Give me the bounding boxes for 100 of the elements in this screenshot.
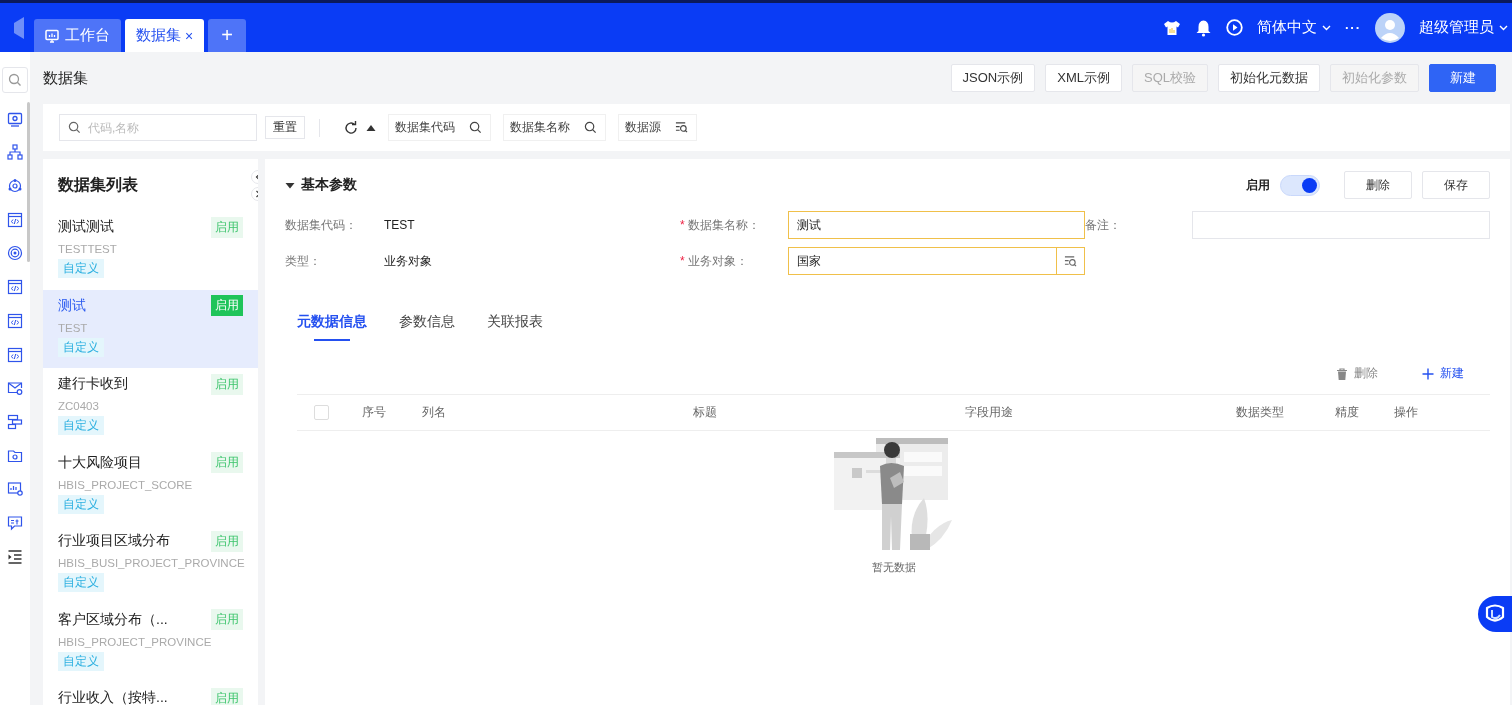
input-field[interactable]: 国家 xyxy=(788,247,1057,275)
dataset-name: 行业项目区域分布 xyxy=(58,532,170,550)
hierarchy-icon[interactable] xyxy=(7,144,23,161)
language-dropdown[interactable]: 简体中文 xyxy=(1257,18,1331,37)
input-field[interactable] xyxy=(1192,211,1490,239)
column-header: 序号 xyxy=(362,404,387,421)
floating-button[interactable] xyxy=(1478,596,1512,632)
action-button[interactable]: JSON示例 xyxy=(950,64,1036,92)
column-filter[interactable]: 数据源 xyxy=(618,114,697,141)
status-badge: 启用 xyxy=(211,687,243,705)
enable-switch[interactable] xyxy=(1280,174,1320,196)
action-button[interactable]: 新建 xyxy=(1429,64,1496,92)
mail-settings-icon[interactable] xyxy=(7,380,23,397)
search-icon xyxy=(68,121,81,134)
page-tab[interactable]: 数据集 × xyxy=(125,19,205,52)
field-label: 备注： xyxy=(1085,216,1122,234)
code-window-icon[interactable] xyxy=(7,211,23,228)
dataset-code: TESTTEST xyxy=(58,242,118,257)
caret-icon[interactable] xyxy=(285,181,295,189)
form-button[interactable]: 保存 xyxy=(1422,171,1490,199)
action-button[interactable]: 初始化元数据 xyxy=(1218,64,1320,92)
search-button[interactable] xyxy=(2,67,28,93)
code-window-icon[interactable] xyxy=(7,346,23,363)
table-action-link[interactable]: 新建 xyxy=(1422,365,1464,382)
search-icon xyxy=(469,121,482,134)
tab[interactable]: 参数信息 xyxy=(399,313,455,341)
dataset-name: 行业收入（按特... xyxy=(58,689,168,705)
type-tag: 自定义 xyxy=(58,259,104,278)
plus-icon xyxy=(1422,367,1434,380)
chart-settings-icon[interactable] xyxy=(7,481,23,498)
dataset-list-item[interactable]: 十大风险项目 启用 HBIS_PROJECT_SCORE 自定义 xyxy=(43,446,258,525)
section-title: 基本参数 xyxy=(301,176,357,194)
reset-button[interactable]: 重置 xyxy=(265,116,305,139)
dataset-list-item[interactable]: 测试 启用 TEST 自定义 xyxy=(43,289,258,368)
dataset-code: HBIS_BUSI_PROJECT_PROVINCE xyxy=(58,556,243,571)
folder-settings-icon[interactable] xyxy=(7,447,23,464)
status-badge: 启用 xyxy=(211,295,243,316)
shirt-icon[interactable] xyxy=(1163,19,1181,36)
close-icon[interactable]: × xyxy=(185,27,194,44)
column-filter[interactable]: 数据集名称 xyxy=(503,114,606,141)
dataset-name: 测试测试 xyxy=(58,218,114,236)
action-button[interactable]: XML示例 xyxy=(1045,64,1122,92)
column-header: 字段用途 xyxy=(965,404,1014,421)
dataset-list-item[interactable]: 行业收入（按特... 启用 xyxy=(43,682,258,705)
dataset-name: 十大风险项目 xyxy=(58,453,142,472)
form-button[interactable]: 删除 xyxy=(1344,171,1412,199)
sort-icon[interactable] xyxy=(366,123,376,132)
lookup-button[interactable] xyxy=(1057,247,1085,275)
code-window-icon[interactable] xyxy=(7,279,23,296)
type-tag: 自定义 xyxy=(58,494,104,514)
field-value: 业务对象 xyxy=(384,252,433,270)
dataset-list-item[interactable]: 客户区域分布（... 启用 HBIS_PROJECT_PROVINCE 自定义 xyxy=(43,603,258,682)
logo-icon xyxy=(12,16,24,39)
user-menu[interactable]: 超级管理员 xyxy=(1419,18,1508,37)
column-header: 精度 xyxy=(1335,404,1360,421)
lookup-icon xyxy=(675,121,688,134)
dataset-list-item[interactable]: 测试测试 启用 TESTTEST 自定义 xyxy=(43,211,258,290)
column-filter[interactable]: 数据集代码 xyxy=(388,114,491,141)
status-badge: 启用 xyxy=(211,373,243,395)
dataset-name: 建行卡收到 xyxy=(58,375,128,393)
network-icon[interactable] xyxy=(7,178,23,195)
input-field[interactable]: 测试 xyxy=(788,211,1085,239)
field-value: TEST xyxy=(384,218,416,232)
checkbox[interactable] xyxy=(314,405,329,420)
column-header: 标题 xyxy=(693,404,718,421)
add-tab-button[interactable]: + xyxy=(208,19,247,52)
refresh-icon[interactable] xyxy=(344,120,358,135)
monitor-icon[interactable] xyxy=(7,110,23,127)
tab[interactable]: 关联报表 xyxy=(487,313,543,341)
type-tag: 自定义 xyxy=(58,573,104,592)
trash-icon xyxy=(1336,367,1348,380)
avatar-icon[interactable] xyxy=(1375,12,1405,43)
chevron-down-icon xyxy=(1499,24,1508,31)
target-icon[interactable] xyxy=(7,245,23,262)
empty-message: 暂无数据 xyxy=(871,560,916,575)
message-icon[interactable] xyxy=(7,514,23,531)
field-label: * 数据集名称： xyxy=(680,216,761,234)
page-tab[interactable]: 工作台 xyxy=(34,19,121,52)
column-header: 操作 xyxy=(1394,404,1419,421)
dataset-list-item[interactable]: 建行卡收到 启用 ZC0403 自定义 xyxy=(43,368,258,447)
column-header: 列名 xyxy=(422,404,447,421)
field-label: 数据集代码： xyxy=(285,216,358,234)
dataset-code: ZC0403 xyxy=(58,399,100,414)
more-button[interactable]: ··· xyxy=(1345,20,1361,35)
code-window-icon[interactable] xyxy=(7,312,23,329)
play-icon[interactable] xyxy=(1226,19,1243,36)
layout-icon[interactable] xyxy=(7,413,23,430)
dataset-name: 客户区域分布（... xyxy=(58,610,168,629)
column-header: 数据类型 xyxy=(1236,404,1285,421)
dataset-list-item[interactable]: 行业项目区域分布 启用 HBIS_BUSI_PROJECT_PROVINCE 自定义 xyxy=(43,525,258,604)
search-field[interactable]: 代码,名称 xyxy=(59,114,257,141)
enable-label: 启用 xyxy=(1246,176,1270,194)
tab[interactable]: 元数据信息 xyxy=(297,313,367,341)
dataset-name: 测试 xyxy=(58,296,86,315)
bell-icon[interactable] xyxy=(1195,18,1212,37)
status-badge: 启用 xyxy=(211,530,243,552)
type-tag: 自定义 xyxy=(58,337,104,357)
dataset-code: HBIS_PROJECT_SCORE xyxy=(58,477,194,493)
status-badge: 启用 xyxy=(211,609,243,630)
indent-icon[interactable] xyxy=(7,548,23,565)
